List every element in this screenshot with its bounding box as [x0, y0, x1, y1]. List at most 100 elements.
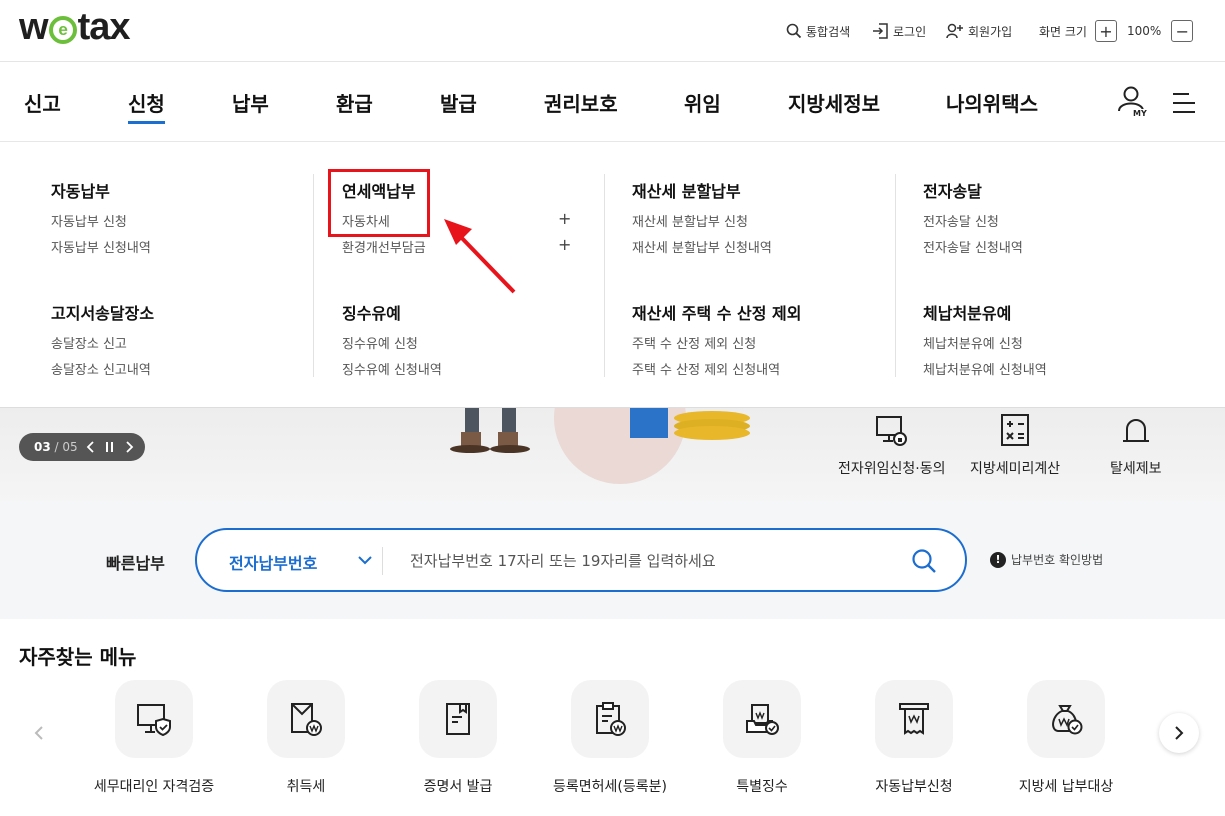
search-link-label: 통합검색	[806, 24, 851, 39]
frequent-item-acquisition-tax[interactable]: 취득세	[231, 680, 381, 796]
menu-link-disposition-deferral-apply[interactable]: 체납처분유예 신청	[923, 333, 1023, 352]
menu-link-delivery-place-report[interactable]: 송달장소 신고	[51, 333, 127, 352]
frequent-item-special-collection[interactable]: 특별징수	[687, 680, 837, 796]
chevron-left-icon[interactable]	[86, 441, 96, 453]
highlight-box	[328, 169, 430, 237]
menu-link-collection-deferral-history[interactable]: 징수유예 신청내역	[342, 359, 442, 378]
clipboard-won-icon	[596, 702, 626, 736]
menu-link-auto-pay-apply[interactable]: 자동납부 신청	[51, 211, 127, 230]
frequent-item-label: 특별징수	[736, 779, 788, 795]
menu-link-collection-deferral-apply[interactable]: 징수유예 신청	[342, 333, 418, 352]
frequent-item-label: 자동납부신청	[875, 779, 953, 795]
divider	[382, 547, 383, 575]
menu-link-e-delivery-history[interactable]: 전자송달 신청내역	[923, 237, 1023, 256]
nav-item-pay[interactable]: 납부	[232, 88, 269, 117]
frequent-menu-title: 자주찾는 메뉴	[19, 645, 137, 669]
frequent-prev-button[interactable]	[19, 713, 59, 753]
frequent-item-label: 증명서 발급	[423, 779, 493, 795]
money-bag-check-icon	[1052, 705, 1083, 735]
quick-link-tax-report[interactable]: 탈세제보	[1110, 412, 1162, 478]
monitor-lock-icon	[875, 416, 907, 446]
frequent-item-agent-check[interactable]: 세무대리인 자격검증	[79, 680, 229, 796]
envelope-won-icon	[291, 703, 322, 736]
fast-pay-section: 빠른납부 전자납부번호 ! 납부번호 확인방법	[0, 501, 1225, 619]
column-divider	[313, 174, 314, 377]
menu-link-env-charge[interactable]: 환경개선부담금	[342, 237, 426, 256]
frequent-item-label: 세무대리인 자격검증	[93, 779, 215, 795]
font-size-label: 화면 크기	[1039, 24, 1087, 39]
menu-link-delivery-place-history[interactable]: 송달장소 신고내역	[51, 359, 151, 378]
frequent-next-button[interactable]	[1159, 713, 1199, 753]
banner-pager: 03 / 05	[19, 433, 145, 461]
menu-link-auto-pay-history[interactable]: 자동납부 신청내역	[51, 237, 151, 256]
frequent-icon-box	[875, 680, 953, 758]
menu-link-house-count-exclusion-apply[interactable]: 주택 수 산정 제외 신청	[632, 333, 756, 352]
frequent-item-certificate[interactable]: 증명서 발급	[383, 680, 533, 796]
frequent-icon-box	[115, 680, 193, 758]
menu-group-title-delivery-place[interactable]: 고지서송달장소	[51, 300, 154, 324]
nav-item-issue[interactable]: 발급	[440, 88, 477, 117]
menu-group-title-property-installment[interactable]: 재산세 분할납부	[632, 178, 741, 202]
expand-env-charge-icon[interactable]: +	[558, 235, 571, 254]
zoom-out-button[interactable]: −	[1171, 20, 1194, 42]
pay-number-type-select[interactable]: 전자납부번호	[229, 550, 317, 574]
main-banner: 03 / 05 전자위임신청·동의 지방세미리계산 탈세제보	[0, 408, 1225, 501]
login-link[interactable]: 로그인	[872, 20, 926, 42]
frequent-icon-box	[419, 680, 497, 758]
my-page-button[interactable]: MY	[1116, 86, 1148, 120]
menu-link-property-installment-history[interactable]: 재산세 분할납부 신청내역	[632, 237, 772, 256]
pager-count: 03 / 05	[34, 440, 78, 454]
signup-link[interactable]: 회원가입	[946, 20, 1012, 42]
menu-link-disposition-deferral-history[interactable]: 체납처분유예 신청내역	[923, 359, 1047, 378]
chevron-right-icon[interactable]	[124, 441, 134, 453]
wetax-logo[interactable]: w e tax	[19, 6, 130, 49]
frequent-item-local-tax-target[interactable]: 지방세 납부대상	[991, 680, 1141, 796]
frequent-item-label: 취득세	[286, 779, 326, 795]
fast-pay-label: 빠른납부	[106, 554, 165, 573]
menu-link-e-delivery-apply[interactable]: 전자송달 신청	[923, 211, 999, 230]
frequent-item-auto-pay-apply[interactable]: 자동납부신청	[839, 680, 989, 796]
nav-item-rights[interactable]: 권리보호	[544, 88, 618, 117]
menu-group-title-e-delivery[interactable]: 전자송달	[923, 178, 982, 202]
calculator-icon	[1001, 414, 1030, 446]
monitor-shield-icon	[137, 704, 171, 737]
nav-item-my-wetax[interactable]: 나의위택스	[946, 88, 1038, 117]
quick-link-e-delegation[interactable]: 전자위임신청·동의	[838, 412, 946, 478]
frequent-icon-box	[723, 680, 801, 758]
login-link-label: 로그인	[893, 24, 927, 39]
menu-group-title-disposition-deferral[interactable]: 체납처분유예	[923, 300, 1011, 324]
menu-link-house-count-exclusion-history[interactable]: 주택 수 산정 제외 신청내역	[632, 359, 780, 378]
menu-group-title-collection-deferral[interactable]: 징수유예	[342, 300, 401, 324]
zoom-in-button[interactable]: +	[1094, 20, 1117, 42]
pay-number-help-link[interactable]: ! 납부번호 확인방법	[990, 551, 1103, 568]
quick-link-tax-calculator[interactable]: 지방세미리계산	[970, 412, 1060, 478]
logo-e-mark: e	[48, 16, 77, 44]
frequent-item-registration-tax[interactable]: 등록면허세(등록분)	[535, 680, 685, 796]
search-link[interactable]: 통합검색	[786, 20, 850, 42]
info-icon: !	[990, 551, 1006, 568]
nav-item-report[interactable]: 신고	[24, 88, 61, 117]
signup-link-label: 회원가입	[968, 24, 1013, 39]
login-icon	[873, 23, 888, 39]
expand-car-tax-icon[interactable]: +	[558, 209, 571, 228]
main-nav: 신고 신청 납부 환급 발급 권리보호 위임 지방세정보 나의위택스 MY	[0, 62, 1225, 142]
chevron-down-icon[interactable]	[357, 554, 373, 566]
mega-menu: 자동납부 자동납부 신청 자동납부 신청내역 연세액납부 자동차세 환경개선부담…	[0, 142, 1225, 408]
quick-link-label: 전자위임신청·동의	[838, 461, 946, 477]
search-icon[interactable]	[911, 548, 937, 574]
all-menu-button[interactable]	[1171, 92, 1197, 118]
menu-group-title-auto-pay[interactable]: 자동납부	[51, 178, 110, 202]
frequent-item-label: 지방세 납부대상	[1018, 779, 1114, 795]
frequent-icon-box	[267, 680, 345, 758]
pause-icon[interactable]	[104, 441, 116, 453]
menu-link-property-installment-apply[interactable]: 재산세 분할납부 신청	[632, 211, 748, 230]
chevron-left-icon	[34, 726, 43, 740]
menu-group-title-house-count-exclusion[interactable]: 재산세 주택 수 산정 제외	[632, 300, 801, 324]
nav-item-apply[interactable]: 신청	[128, 88, 165, 124]
banner-illustration	[450, 408, 750, 484]
nav-item-local-tax-info[interactable]: 지방세정보	[788, 88, 880, 117]
pay-number-input[interactable]	[410, 548, 890, 574]
frequent-icon-box	[571, 680, 649, 758]
nav-item-refund[interactable]: 환급	[336, 88, 373, 117]
nav-item-delegation[interactable]: 위임	[684, 88, 721, 117]
